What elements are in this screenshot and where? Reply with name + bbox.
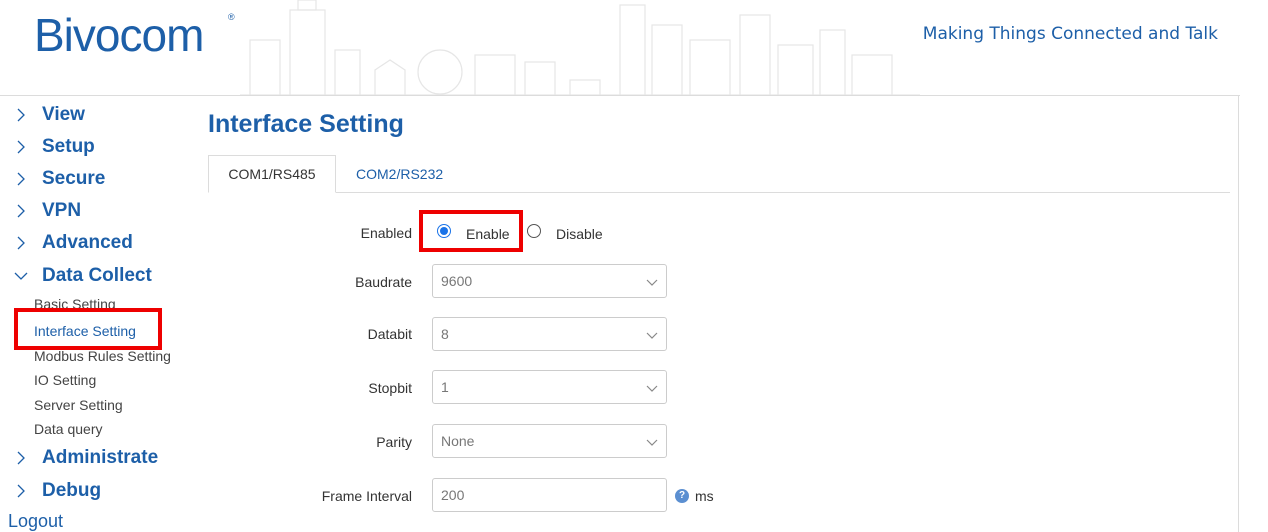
subitem-io-setting[interactable]: IO Setting [34, 372, 96, 388]
content-border [1238, 96, 1239, 532]
sidebar-item-administrate[interactable]: Administrate [12, 443, 158, 473]
subitem-data-query[interactable]: Data query [34, 421, 102, 437]
frame-interval-input[interactable]: 200 [432, 478, 667, 512]
databit-select[interactable]: 8 [432, 317, 667, 351]
sidebar-item-label: View [42, 104, 85, 125]
stopbit-label: Stopbit [368, 380, 412, 396]
subitem-server-setting[interactable]: Server Setting [34, 397, 123, 413]
sidebar-item-label: Data Collect [42, 265, 152, 286]
databit-value: 8 [441, 326, 449, 342]
enabled-label: Enabled [360, 225, 412, 241]
chevron-down-icon [14, 272, 28, 280]
stopbit-select[interactable]: 1 [432, 370, 667, 404]
disable-radio[interactable] [527, 224, 541, 238]
parity-select[interactable]: None [432, 424, 667, 458]
baudrate-label: Baudrate [355, 274, 412, 290]
page-root: Bivocom ® Making Things Connected and Ta… [0, 0, 1268, 532]
chevron-right-icon [17, 140, 25, 154]
highlight-box-interface-setting [14, 308, 162, 350]
databit-label: Databit [367, 326, 412, 342]
frame-interval-value: 200 [441, 487, 465, 503]
sidebar-item-secure[interactable]: Secure [12, 164, 105, 194]
chevron-right-icon [17, 172, 25, 186]
header: Bivocom ® Making Things Connected and Ta… [0, 0, 1268, 96]
sidebar-item-debug[interactable]: Debug [12, 476, 101, 506]
sidebar-item-vpn[interactable]: VPN [12, 196, 81, 226]
sidebar-item-label: Setup [42, 136, 95, 157]
chevron-right-icon [17, 236, 25, 250]
sidebar-item-advanced[interactable]: Advanced [12, 228, 133, 258]
sidebar-item-setup[interactable]: Setup [12, 132, 95, 162]
chevron-down-icon [646, 332, 658, 339]
sidebar-item-label: Advanced [42, 232, 133, 253]
baudrate-value: 9600 [441, 273, 473, 289]
chevron-right-icon [17, 484, 25, 498]
baudrate-select[interactable]: 9600 [432, 264, 667, 298]
chevron-right-icon [17, 451, 25, 465]
disable-radio-label[interactable]: Disable [556, 226, 603, 242]
parity-label: Parity [376, 434, 412, 450]
chevron-down-icon [646, 439, 658, 446]
frame-interval-unit: ms [695, 488, 714, 504]
tagline: Making Things Connected and Talk [922, 24, 1218, 44]
subitem-modbus-rules-setting[interactable]: Modbus Rules Setting [34, 348, 171, 364]
skyline-illustration [240, 0, 920, 96]
chevron-right-icon [17, 108, 25, 122]
page-title: Interface Setting [208, 110, 404, 138]
sidebar-item-label: VPN [42, 200, 82, 221]
chevron-down-icon [646, 385, 658, 392]
logout-link[interactable]: Logout [8, 511, 63, 532]
sidebar-item-view[interactable]: View [12, 100, 85, 130]
tab-com1-rs485[interactable]: COM1/RS485 [208, 155, 336, 193]
frame-interval-label: Frame Interval [321, 488, 412, 504]
parity-value: None [441, 433, 475, 449]
brand-logo[interactable]: Bivocom [34, 8, 204, 62]
stopbit-value: 1 [441, 379, 449, 395]
sidebar-item-data-collect[interactable]: Data Collect [12, 261, 152, 291]
enable-radio[interactable] [437, 224, 451, 238]
enable-radio-label[interactable]: Enable [466, 226, 510, 242]
sidebar-item-label: Secure [42, 168, 106, 189]
tab-com2-rs232[interactable]: COM2/RS232 [338, 155, 461, 193]
sidebar-item-label: Debug [42, 480, 102, 501]
registered-mark: ® [228, 12, 235, 22]
chevron-right-icon [17, 204, 25, 218]
sidebar-item-label: Administrate [42, 447, 159, 468]
help-icon[interactable]: ? [675, 489, 689, 503]
chevron-down-icon [646, 279, 658, 286]
